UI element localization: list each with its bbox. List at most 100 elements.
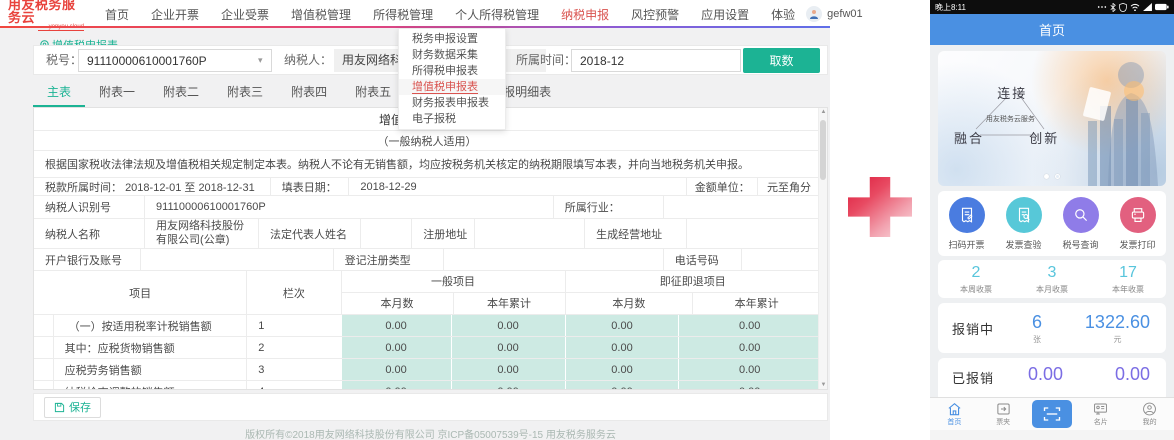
reimbursed-value-1: 0.00: [1028, 364, 1063, 385]
dropdown-item-filing-settings[interactable]: 税务申报设置: [399, 31, 505, 47]
taxpayer-name-label: 纳税人名称: [34, 219, 144, 248]
vat-report-table: 增值税纳税申报表 （一般纳税人适用） 根据国家税收法律法规及增值税相关规定制定本…: [34, 108, 820, 390]
taxpayer-id-value: 91110000610001760P: [144, 196, 553, 218]
tab-schedule-4[interactable]: 附表四: [277, 80, 341, 107]
tab-business-card[interactable]: 名片: [1076, 398, 1125, 430]
menu-item-personal-tax[interactable]: 个人所得税管理: [444, 6, 550, 23]
tab-scan[interactable]: [1028, 398, 1077, 430]
cell-general-month: 0.00: [341, 315, 451, 336]
row-indent: [34, 337, 54, 358]
menu-item-receiving[interactable]: 企业受票: [210, 6, 280, 23]
tab-wallet[interactable]: 票夹: [979, 398, 1028, 430]
cell-refund-year: 0.00: [678, 337, 819, 358]
banner-text-fusion: 融合: [954, 128, 984, 147]
dropdown-item-finance-data[interactable]: 财务数据采集: [399, 47, 505, 63]
tab-mine[interactable]: 我的: [1125, 398, 1174, 430]
tax-no-select[interactable]: [78, 49, 272, 72]
menu-item-experience[interactable]: 体验: [760, 6, 806, 23]
row-number: 4: [246, 381, 340, 390]
carousel-dot[interactable]: [1055, 174, 1060, 179]
status-time: 晚上8:11: [935, 2, 966, 13]
menu-item-settings[interactable]: 应用设置: [690, 6, 760, 23]
industry-value: [663, 196, 820, 218]
row-label: 应税劳务销售额: [54, 359, 247, 380]
row-number: 1: [246, 315, 340, 336]
dropdown-item-financial-statements[interactable]: 财务报表申报表: [399, 95, 505, 111]
industry-label: 所属行业：: [553, 196, 663, 218]
stat-year: 17 本年收票: [1090, 264, 1166, 295]
stat-value: 3: [1048, 264, 1057, 282]
biz-addr-value: [686, 219, 820, 248]
feature-label: 发票查验: [1005, 238, 1041, 251]
menu-item-vat[interactable]: 增值税管理: [280, 6, 362, 23]
desktop-app: 用友税务服务云 yonyou cloud 首页 企业开票 企业受票 增值税管理 …: [0, 0, 830, 440]
scrollbar-thumb[interactable]: [820, 120, 826, 180]
info-row-bank: 开户银行及账号 登记注册类型 电话号码: [34, 249, 820, 271]
menu-item-tax-filing[interactable]: 纳税申报: [550, 6, 620, 23]
top-nav: 用友税务服务云 yonyou cloud 首页 企业开票 企业受票 增值税管理 …: [0, 0, 830, 28]
save-button[interactable]: 保存: [44, 397, 101, 418]
report-subtitle: （一般纳税人适用）: [34, 131, 820, 151]
feature-invoice-print[interactable]: 发票打印: [1109, 197, 1166, 251]
tab-label: 票夹: [996, 417, 1010, 427]
reg-addr-value: [474, 219, 584, 248]
carousel-dot-active[interactable]: [1044, 174, 1049, 179]
reimbursed-value-2: 0.00: [1115, 364, 1150, 385]
scan-icon: [1043, 406, 1061, 422]
count-value: 6: [1032, 312, 1042, 333]
cell-general-month: 0.00: [341, 381, 451, 390]
row-indent: [34, 359, 54, 380]
scan-button[interactable]: [1032, 400, 1072, 428]
tab-schedule-1[interactable]: 附表一: [85, 80, 149, 107]
tab-schedule-2[interactable]: 附表二: [149, 80, 213, 107]
period-input[interactable]: [571, 49, 741, 72]
cell-general-month: 0.00: [341, 337, 451, 358]
table-header: 项目 栏次 一般项目 本月数 本年累计 即征即退项目 本: [34, 271, 820, 315]
tab-home[interactable]: 首页: [930, 398, 979, 430]
menu-item-invoicing[interactable]: 企业开票: [140, 6, 210, 23]
menu-item-risk-alert[interactable]: 风控预警: [620, 6, 690, 23]
taxpayer-id-label: 纳税人识别号: [34, 196, 144, 218]
group-general-label: 一般项目: [342, 271, 565, 293]
dropdown-item-income-tax-return[interactable]: 所得税申报表: [399, 63, 505, 79]
feature-tax-no-query[interactable]: 税号查询: [1052, 197, 1109, 251]
info-row-period: 税款所属时间： 2018-12-01 至 2018-12-31 填表日期： 20…: [34, 178, 820, 196]
menu-item-home[interactable]: 首页: [94, 6, 140, 23]
taxpayer-label: 纳税人：: [284, 46, 332, 74]
row-indent: [34, 315, 54, 336]
header-group-refund: 即征即退项目 本月数 本年累计: [565, 271, 820, 314]
wifi-icon: [1130, 3, 1140, 11]
stat-week: 2 本周收票: [938, 264, 1014, 295]
plus-connector: [848, 177, 912, 237]
user-account[interactable]: gefw01: [806, 6, 862, 22]
scroll-up-icon[interactable]: ▲: [820, 109, 827, 115]
cell-refund-year: 0.00: [678, 381, 819, 390]
tab-main-sheet[interactable]: 主表: [33, 80, 85, 107]
table-scrollbar[interactable]: ▲ ▼: [818, 108, 827, 389]
stat-value: 2: [972, 264, 981, 282]
battery-icon: [1155, 3, 1169, 11]
unit-value: 元至角分: [757, 178, 820, 195]
dropdown-item-e-filing[interactable]: 电子报税: [399, 111, 505, 127]
magnifier-icon: [1063, 197, 1099, 233]
feature-scan-invoice[interactable]: 扫码开票: [938, 197, 995, 251]
tab-schedule-3[interactable]: 附表三: [213, 80, 277, 107]
group-refund-label: 即征即退项目: [566, 271, 820, 293]
status-icons: [1097, 3, 1169, 12]
banner-carousel[interactable]: 连接 用友税务云服务 融合 创新: [938, 51, 1166, 186]
table-row: 纳税检查调整的销售额 4 0.00 0.00 0.00 0.00: [34, 381, 820, 390]
scroll-down-icon[interactable]: ▼: [820, 382, 827, 388]
tax-period-value: 2018-12-01 至 2018-12-31: [125, 179, 255, 195]
caret-down-icon[interactable]: ▾: [258, 55, 263, 66]
menu-item-income-tax[interactable]: 所得税管理: [362, 6, 444, 23]
fetch-data-button[interactable]: 取数: [743, 48, 820, 73]
info-row-taxpayer-name: 纳税人名称 用友网络科技股份有限公司(公章) 法定代表人姓名 注册地址 生成经营…: [34, 219, 820, 249]
dropdown-item-vat-return[interactable]: 增值税申报表: [399, 79, 505, 95]
user-icon: [1142, 402, 1157, 416]
banner-text-connect: 连接: [997, 83, 1027, 102]
biz-addr-label: 生成经营地址: [584, 219, 686, 248]
reimbursing-card: 报销中 6 张 1322.60 元: [938, 303, 1166, 353]
tab-schedule-5[interactable]: 附表五: [341, 80, 405, 107]
business-card-icon: [1093, 402, 1108, 416]
feature-invoice-check[interactable]: 发票查验: [995, 197, 1052, 251]
